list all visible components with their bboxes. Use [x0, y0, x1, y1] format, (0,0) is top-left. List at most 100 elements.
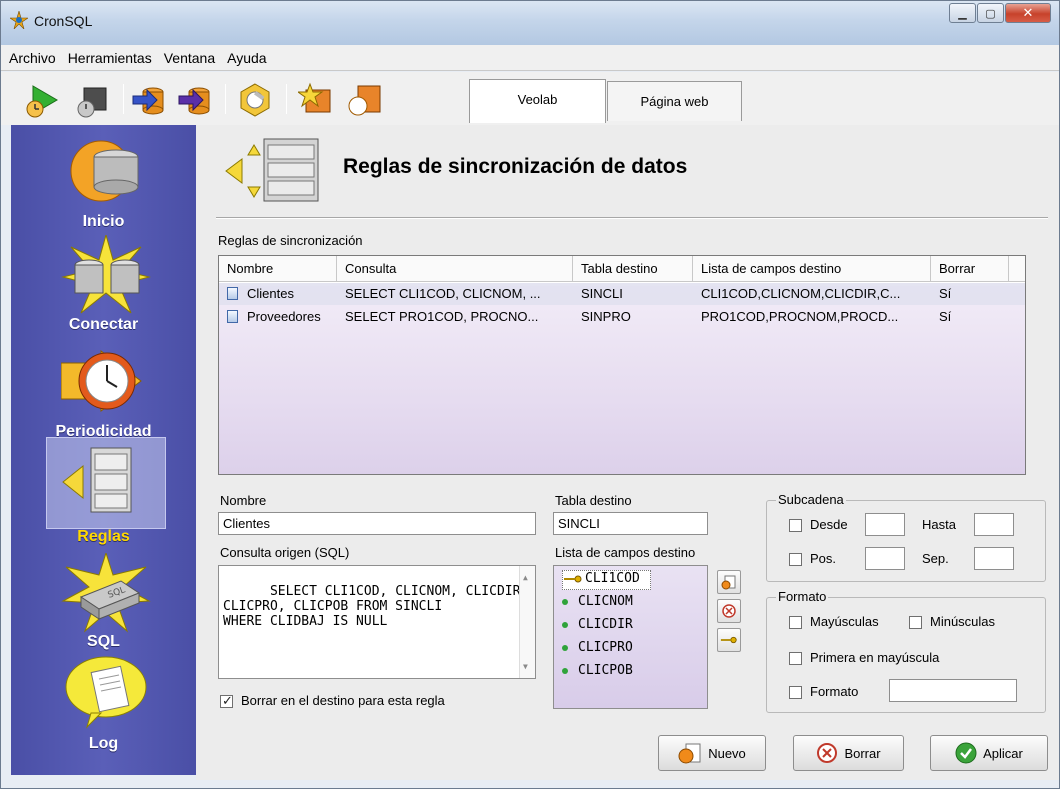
app-star-icon	[10, 11, 28, 29]
formato-field[interactable]	[889, 679, 1017, 702]
field-dot-icon	[562, 621, 568, 628]
scroll-up-icon[interactable]: ▲	[523, 570, 528, 585]
check-icon	[955, 742, 977, 764]
consulta-sql-input[interactable]: SELECT CLI1COD, CLICNOM, CLICDIR, CLICPR…	[218, 565, 536, 679]
aplicar-button[interactable]: Aplicar	[930, 735, 1048, 771]
borrar-label: Borrar	[844, 745, 881, 761]
list-item[interactable]: CLI1COD	[562, 570, 651, 590]
sidebar-item-log[interactable]: Log	[11, 650, 196, 770]
nuevo-button[interactable]: Nuevo	[658, 735, 766, 771]
rules-table[interactable]: Nombre Consulta Tabla destino Lista de c…	[218, 255, 1026, 475]
hasta-field[interactable]	[974, 513, 1014, 536]
primera-checkbox-row[interactable]: Primera en mayúscula	[789, 650, 940, 666]
table-row[interactable]: Clientes SELECT CLI1COD, CLICNOM, ... SI…	[219, 283, 1025, 305]
import-db-icon[interactable]	[177, 82, 213, 118]
minimize-button[interactable]: ▁	[949, 3, 976, 23]
window-controls: ▁ ▢ ✕	[948, 3, 1051, 23]
status-bar	[1, 780, 1059, 788]
table-header: Nombre Consulta Tabla destino Lista de c…	[219, 256, 1025, 282]
sidebar-item-sql[interactable]: SQL SQL	[11, 545, 196, 650]
formato-title: Formato	[776, 589, 829, 604]
list-item[interactable]: CLICNOM	[562, 594, 633, 614]
consulta-text: SELECT CLI1COD, CLICNOM, CLICDIR, CLICPR…	[223, 584, 529, 629]
tab-pagina-web[interactable]: Página web	[607, 81, 742, 121]
mayusculas-checkbox[interactable]	[789, 616, 802, 630]
list-item[interactable]: CLICPRO	[562, 640, 633, 660]
column-header[interactable]: Consulta	[337, 256, 573, 282]
toolbar-separator	[123, 84, 124, 114]
sidebar-item-reglas[interactable]: Reglas	[11, 440, 196, 545]
document-icon	[227, 287, 238, 300]
borrar-checkbox[interactable]	[220, 693, 233, 709]
sidebar-item-label: Inicio	[82, 213, 125, 230]
hasta-label: Hasta	[922, 517, 956, 532]
mayusculas-checkbox-row[interactable]: Mayúsculas	[789, 614, 879, 630]
settings-icon[interactable]	[237, 82, 273, 118]
close-button[interactable]: ✕	[1005, 3, 1051, 23]
column-header[interactable]: Lista de campos destino	[693, 256, 931, 282]
list-item[interactable]: CLICPOB	[562, 663, 633, 683]
borrar-checkbox-row[interactable]: Borrar en el destino para esta regla	[220, 693, 445, 709]
sep-field[interactable]	[974, 547, 1014, 570]
menu-ayuda[interactable]: Ayuda	[227, 50, 266, 66]
desde-field[interactable]	[865, 513, 905, 536]
table-cell: SELECT PRO1COD, PROCNO...	[345, 309, 539, 324]
export-db-icon[interactable]	[131, 82, 167, 118]
tab-veolab[interactable]: Veolab	[469, 79, 606, 123]
nombre-label: Nombre	[220, 493, 267, 508]
subcadena-group: Subcadena Desde Hasta Pos. Sep.	[766, 492, 1046, 582]
formato-checkbox-row[interactable]: Formato	[789, 684, 858, 700]
add-field-button[interactable]	[717, 570, 741, 594]
table-row[interactable]: Proveedores SELECT PRO1COD, PROCNO... SI…	[219, 306, 1025, 328]
sidebar-item-inicio[interactable]: Inicio	[11, 125, 196, 230]
scroll-down-icon[interactable]: ▼	[523, 659, 528, 674]
sidebar-item-conectar[interactable]: Conectar	[11, 230, 196, 335]
minusculas-checkbox-row[interactable]: Minúsculas	[909, 614, 995, 630]
primera-mayuscula-checkbox[interactable]	[789, 652, 802, 666]
scrollbar[interactable]: ▲ ▼	[519, 566, 535, 678]
table-cell: Sí	[939, 286, 952, 301]
set-key-button[interactable]	[717, 628, 741, 652]
table-cell: Sí	[939, 309, 952, 324]
pos-label: Pos.	[810, 551, 837, 566]
title-bar[interactable]: CronSQL ▁ ▢ ✕	[1, 1, 1059, 45]
sidebar-item-label: Log	[88, 735, 119, 752]
list-item[interactable]: CLICDIR	[562, 617, 633, 637]
maximize-button[interactable]: ▢	[977, 3, 1004, 23]
sidebar-item-label: Periodicidad	[55, 423, 152, 440]
rules-label: Reglas de sincronización	[218, 233, 363, 248]
menu-herramientas[interactable]: Herramientas	[68, 50, 152, 66]
formato-group: Formato Mayúsculas Minúsculas Primera en…	[766, 589, 1046, 713]
log-document-icon	[65, 656, 147, 729]
pos-checkbox[interactable]	[789, 553, 802, 567]
column-header[interactable]: Nombre	[219, 256, 337, 282]
sidebar-item-periodicidad[interactable]: Periodicidad	[11, 335, 196, 440]
menu-bar: Archivo Herramientas Ventana Ayuda	[1, 45, 1059, 71]
consulta-label: Consulta origen (SQL)	[220, 545, 350, 560]
menu-ventana[interactable]: Ventana	[164, 50, 215, 66]
record-icon[interactable]	[346, 82, 382, 118]
formato-checkbox[interactable]	[789, 686, 802, 700]
borrar-button[interactable]: Borrar	[793, 735, 904, 771]
nombre-field[interactable]: Clientes	[218, 512, 536, 535]
borrar-checkbox-label: Borrar en el destino para esta regla	[241, 693, 445, 708]
tabla-destino-field[interactable]: SINCLI	[553, 512, 708, 535]
nuevo-label: Nuevo	[708, 745, 746, 761]
desde-checkbox-row[interactable]: Desde	[789, 517, 848, 533]
primera-mayuscula-label: Primera en mayúscula	[810, 650, 940, 665]
remove-field-button[interactable]	[717, 599, 741, 623]
pos-checkbox-row[interactable]: Pos.	[789, 551, 837, 567]
column-header[interactable]: Borrar	[931, 256, 1009, 282]
campos-list[interactable]: CLI1COD CLICNOM CLICDIR CLICPRO CLICPOB	[553, 565, 708, 709]
menu-archivo[interactable]: Archivo	[9, 50, 56, 66]
column-header[interactable]: Tabla destino	[573, 256, 693, 282]
minusculas-checkbox[interactable]	[909, 616, 922, 630]
pos-field[interactable]	[865, 547, 905, 570]
header-divider	[216, 217, 1048, 219]
run-schedule-icon[interactable]	[23, 82, 59, 118]
table-cell: CLI1COD,CLICNOM,CLICDIR,C...	[701, 286, 901, 301]
new-star-icon[interactable]	[298, 82, 334, 118]
stop-schedule-icon[interactable]	[74, 82, 110, 118]
database-sun-icon	[70, 140, 139, 202]
desde-checkbox[interactable]	[789, 519, 802, 533]
